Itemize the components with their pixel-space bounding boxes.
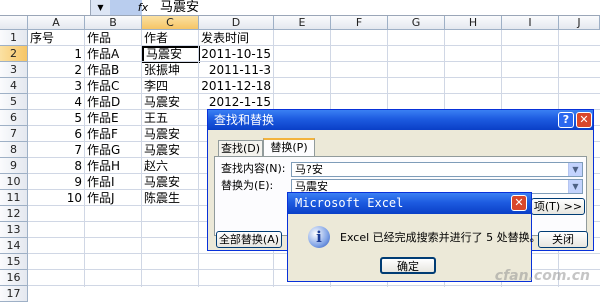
ok-button[interactable]: 确定	[380, 257, 436, 274]
close-button[interactable]: 关闭	[538, 231, 588, 248]
dialog-close-button[interactable]: ✕	[576, 112, 592, 128]
message-box-title[interactable]: Microsoft Excel	[288, 193, 531, 214]
replace-with-label: 替换为(E):	[221, 179, 274, 192]
row-header[interactable]: 17	[0, 286, 28, 302]
chevron-down-icon[interactable]: ▼	[568, 163, 582, 176]
find-what-input[interactable]: 马?安 ▼	[291, 162, 583, 177]
help-button[interactable]: ?	[558, 112, 574, 128]
tab-find[interactable]: 查找(D)	[218, 140, 263, 156]
info-icon: i	[308, 226, 330, 248]
find-what-value: 马?安	[295, 163, 323, 176]
watermark: cfan.com.cn	[494, 268, 590, 284]
options-button[interactable]: 项(T) >>	[531, 198, 585, 215]
replace-all-button[interactable]: 全部替换(A)	[216, 231, 282, 248]
dialog-title[interactable]: 查找和替换	[208, 110, 593, 130]
name-box-dropdown-icon[interactable]: ▼	[90, 0, 110, 15]
chevron-down-icon[interactable]: ▼	[568, 180, 582, 193]
message-close-button[interactable]: ✕	[511, 195, 527, 211]
formula-bar: ▼ fx 马震安	[0, 0, 600, 16]
find-what-label: 查找内容(N):	[221, 162, 286, 175]
function-icon[interactable]: fx	[136, 1, 150, 15]
message-text: Excel 已经完成搜索并进行了 5 处替换。	[340, 231, 541, 244]
tab-replace[interactable]: 替换(P)	[263, 138, 315, 156]
formula-input[interactable]: 马震安	[160, 0, 199, 15]
